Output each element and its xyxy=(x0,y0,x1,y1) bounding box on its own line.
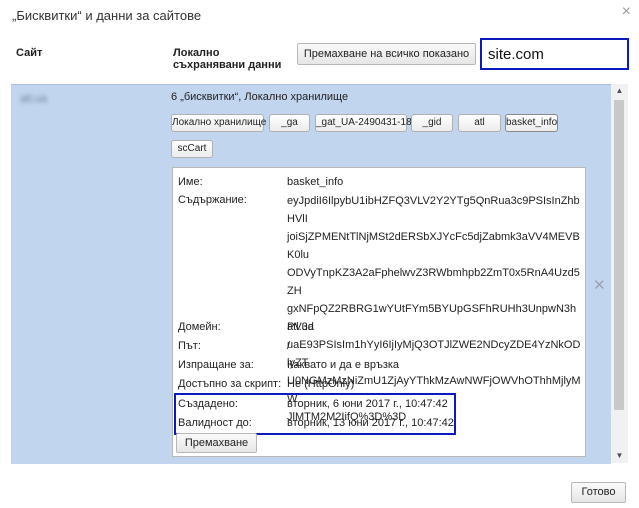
chip-atl[interactable]: atl xyxy=(458,114,501,132)
site-name[interactable]: atl.ua xyxy=(20,93,47,105)
scroll-up-arrow-icon[interactable]: ▲ xyxy=(611,84,628,98)
column-header-site: Сайт xyxy=(16,47,43,59)
expires-value: вторник, 13 юни 2017 г., 10:47:42 xyxy=(287,417,454,429)
content-line: eyJpdiI6IlpybU1ibHZFQ3VLV2Y2YTg5QnRua3c9… xyxy=(287,195,580,225)
remove-all-shown-button[interactable]: Премахване на всичко показано xyxy=(297,43,476,65)
search-input[interactable] xyxy=(486,44,625,64)
done-button[interactable]: Готово xyxy=(571,482,626,503)
send-for-value: Каквато и да е връзка xyxy=(287,359,400,371)
chip-gid[interactable]: _gid xyxy=(411,114,453,132)
domain-value: atl.ua xyxy=(287,321,314,333)
scroll-down-arrow-icon[interactable]: ▼ xyxy=(611,449,628,463)
path-label: Път: xyxy=(178,340,201,352)
chip-gat[interactable]: _gat_UA-2490431-18 xyxy=(315,114,412,132)
content-label: Съдържание: xyxy=(178,194,247,206)
content-value: eyJpdiI6IlpybU1ibHZFQ3VLV2Y2YTg5QnRua3c9… xyxy=(287,192,581,426)
domain-label: Домейн: xyxy=(178,321,221,333)
content-line: gxNFpQZ2RBRG1wYUtFYm5BYUpGSFhRUHh3UnpwN3… xyxy=(287,303,577,333)
close-icon[interactable]: × xyxy=(622,4,631,20)
script-access-label: Достъпно за скрипт: xyxy=(178,378,282,390)
script-access-value: Не (HttpOnly) xyxy=(287,378,355,390)
path-value: / xyxy=(287,340,291,352)
chip-ga[interactable]: _ga xyxy=(269,114,310,132)
send-for-label: Изпращане за: xyxy=(178,359,254,371)
delete-site-icon[interactable]: ✕ xyxy=(593,276,606,294)
site-summary: 6 „бисквитки“, Локално хранилище xyxy=(171,91,349,103)
dialog-title: „Бисквитки“ и данни за сайтове xyxy=(12,8,202,23)
created-label: Създадено: xyxy=(178,398,238,410)
chip-sccart[interactable]: scCart xyxy=(171,140,213,158)
name-label: Име: xyxy=(178,176,203,188)
name-value: basket_info xyxy=(287,176,344,188)
content-line: ODVyTnpKZ3A2aFphelwvZ3RWbmhpb2ZmT0x5RnA4… xyxy=(287,267,580,297)
column-header-local-data: Локално съхранявани данни xyxy=(173,47,282,71)
chip-local-storage[interactable]: Локално хранилище xyxy=(171,114,266,132)
cookie-details-panel: Име: basket_info Съдържание: eyJpdiI6Ilp… xyxy=(172,167,586,457)
chip-basket-info[interactable]: basket_info xyxy=(505,114,558,132)
created-value: вторник, 6 юни 2017 г., 10:47:42 xyxy=(287,398,448,410)
search-box xyxy=(480,38,629,70)
expires-label: Валидност до: xyxy=(178,417,252,429)
scrollbar[interactable]: ▲ ▼ xyxy=(611,84,628,463)
content-line: joiSjZPMENtTlNjMSt2dERSbXJYcFc5djZabmk3a… xyxy=(287,231,580,261)
remove-cookie-button[interactable]: Премахване xyxy=(176,433,257,453)
scroll-thumb[interactable] xyxy=(614,100,624,410)
